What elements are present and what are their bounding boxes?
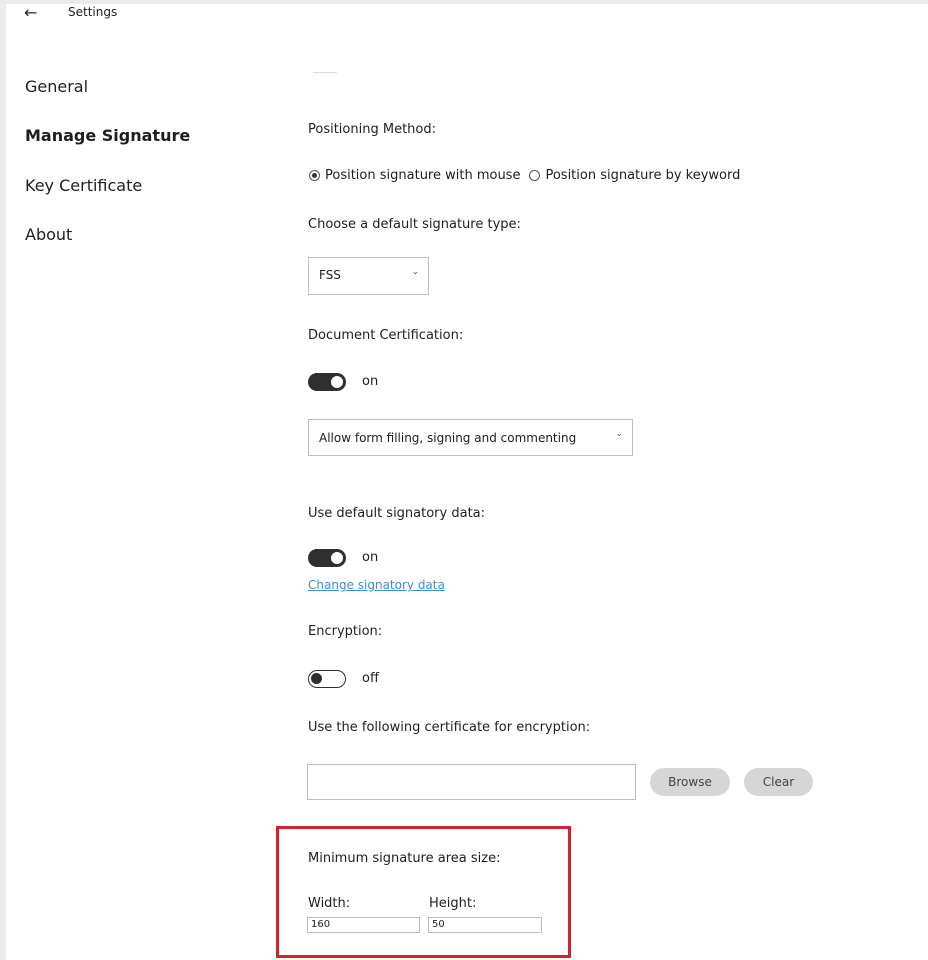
sidebar-item-key-certificate[interactable]: Key Certificate — [25, 176, 142, 195]
page-title: Settings — [68, 5, 118, 19]
height-input[interactable]: 50 — [428, 917, 542, 933]
highlight-box — [276, 826, 571, 958]
change-signatory-data-link[interactable]: Change signatory data — [308, 578, 445, 592]
radio-position-mouse-label[interactable]: Position signature with mouse — [325, 168, 520, 183]
encryption-certificate-input[interactable] — [307, 764, 636, 800]
encryption-toggle-state: off — [362, 671, 379, 686]
radio-position-mouse[interactable] — [309, 170, 320, 181]
positioning-method-label: Positioning Method: — [308, 122, 436, 137]
back-arrow-icon[interactable]: ← — [24, 3, 37, 22]
certification-toggle[interactable] — [308, 373, 346, 391]
signatory-toggle-state: on — [362, 550, 379, 565]
radio-position-keyword-label[interactable]: Position signature by keyword — [545, 168, 740, 183]
height-label: Height: — [429, 896, 477, 911]
document-certification-label: Document Certification: — [308, 328, 464, 343]
signatory-data-label: Use default signatory data: — [308, 506, 486, 521]
chevron-down-icon: ⌄ — [615, 429, 623, 439]
settings-page: ← Settings General Manage Signature Key … — [6, 3, 928, 960]
certification-permissions-select[interactable]: Allow form filling, signing and commenti… — [308, 419, 633, 456]
divider — [313, 72, 337, 73]
certification-toggle-state: on — [362, 374, 379, 389]
clear-button[interactable]: Clear — [744, 768, 813, 796]
signature-type-select[interactable]: FSS ⌄ — [308, 257, 429, 295]
sidebar-item-about[interactable]: About — [25, 225, 72, 244]
positioning-radio-group: Position signature with mouse Position s… — [309, 168, 740, 183]
signature-type-value: FSS — [319, 268, 341, 282]
encryption-toggle[interactable] — [308, 670, 346, 688]
radio-position-keyword[interactable] — [529, 170, 541, 181]
width-label: Width: — [308, 896, 351, 911]
signatory-toggle[interactable] — [308, 549, 346, 567]
encryption-label: Encryption: — [308, 624, 383, 639]
min-area-label: Minimum signature area size: — [308, 851, 501, 866]
sidebar-item-general[interactable]: General — [25, 77, 88, 96]
browse-button[interactable]: Browse — [650, 768, 730, 796]
sidebar-item-manage-signature[interactable]: Manage Signature — [25, 126, 190, 145]
signature-type-label: Choose a default signature type: — [308, 217, 521, 232]
encryption-certificate-label: Use the following certificate for encryp… — [308, 720, 591, 735]
certification-permissions-value: Allow form filling, signing and commenti… — [319, 431, 577, 445]
chevron-down-icon: ⌄ — [411, 267, 419, 277]
width-input[interactable]: 160 — [307, 917, 420, 933]
